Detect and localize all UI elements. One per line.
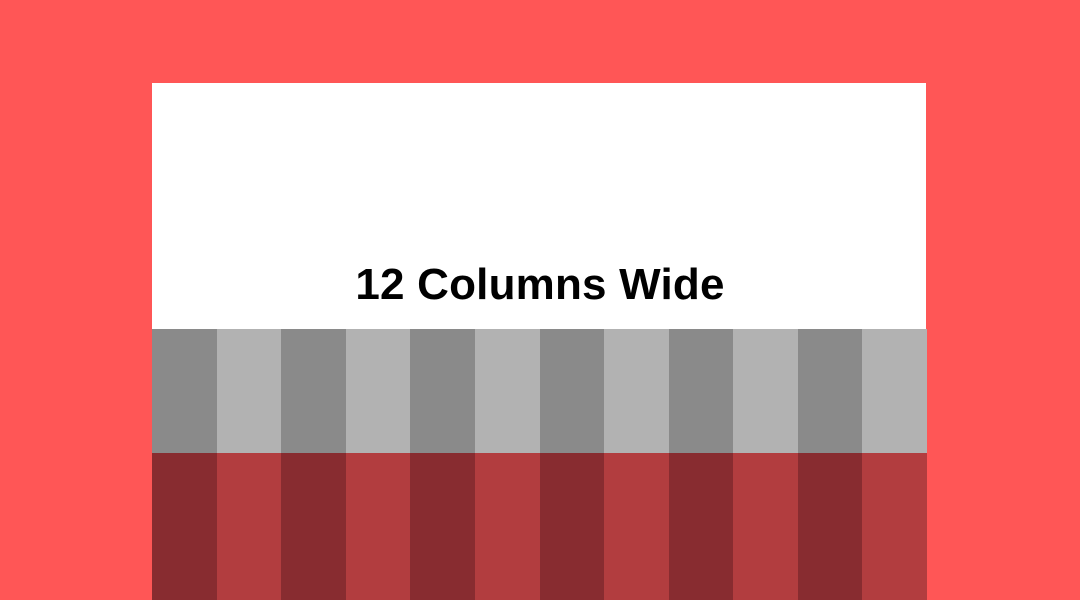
gray-column-1 (152, 329, 217, 453)
red-column-4 (345, 453, 411, 600)
red-column-5 (410, 453, 475, 600)
gray-column-9 (668, 329, 734, 453)
red-column-11 (797, 453, 863, 600)
gray-column-10 (733, 329, 798, 453)
gray-column-7 (539, 329, 605, 453)
red-column-2 (216, 453, 282, 600)
red-column-7 (539, 453, 605, 600)
page-heading: 12 Columns Wide (355, 260, 725, 309)
gray-column-6 (474, 329, 540, 453)
gray-column-12 (862, 329, 927, 453)
red-column-6 (474, 453, 540, 600)
gray-column-2 (216, 329, 282, 453)
gray-column-5 (410, 329, 475, 453)
gray-column-11 (797, 329, 863, 453)
red-column-1 (152, 453, 217, 600)
page: { "heading": "12 Columns Wide", "column_… (0, 0, 1080, 600)
red-column-3 (281, 453, 346, 600)
column-grid-red (152, 453, 927, 600)
column-grid-gray (152, 329, 927, 453)
red-column-8 (604, 453, 669, 600)
gray-column-8 (604, 329, 669, 453)
gray-column-4 (345, 329, 411, 453)
red-column-10 (733, 453, 798, 600)
gray-column-3 (281, 329, 346, 453)
red-column-12 (862, 453, 927, 600)
red-column-9 (668, 453, 734, 600)
